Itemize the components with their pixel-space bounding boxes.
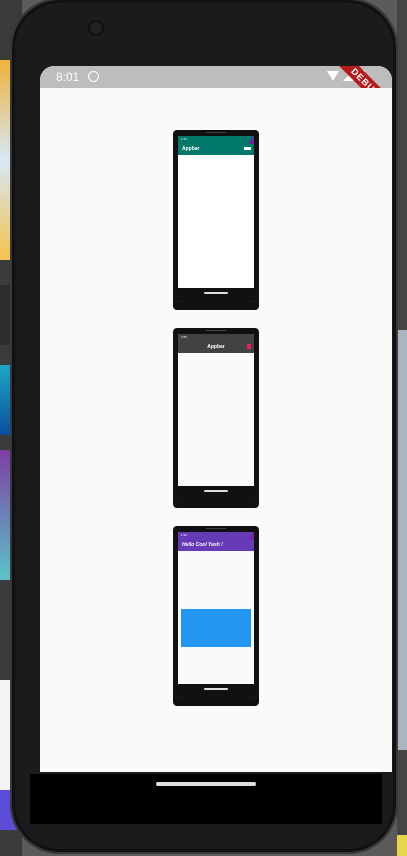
- preview-status-bar: 1:39: [178, 532, 254, 539]
- preview-appbar-title: Appbar: [207, 344, 225, 350]
- preview-home-indicator: [204, 292, 228, 294]
- home-gesture-bar[interactable]: [156, 782, 256, 786]
- preview-nav-bar: [178, 288, 254, 302]
- preview-nav-bar: [178, 684, 254, 698]
- device-screen: 8:01 DEBUG 1:41 Appbar 1:55 Appbar 1:39 …: [40, 66, 392, 772]
- preview-screen: 1:55 Appbar: [178, 334, 254, 500]
- appbar-actions-icon: [247, 344, 251, 349]
- purple-appbar-preview[interactable]: 1:39 Hello Cool Yash !: [173, 526, 259, 706]
- grey-appbar-preview[interactable]: 1:55 Appbar: [173, 328, 259, 508]
- preview-speaker: [206, 528, 226, 529]
- preview-appbar: Hello Cool Yash !: [178, 539, 254, 551]
- preview-screen: 1:39 Hello Cool Yash !: [178, 532, 254, 698]
- wifi-icon: [327, 71, 339, 81]
- app-body: 1:41 Appbar 1:55 Appbar 1:39 Hello Cool …: [40, 88, 392, 772]
- preview-appbar-title: Appbar: [182, 146, 200, 152]
- preview-home-indicator: [204, 688, 228, 690]
- preview-home-indicator: [204, 490, 228, 492]
- preview-speaker: [206, 132, 226, 133]
- system-nav-bar: [30, 774, 382, 824]
- teal-appbar-preview[interactable]: 1:41 Appbar: [173, 130, 259, 310]
- background-window-right: [397, 0, 407, 856]
- app-notification-icon: [88, 71, 99, 82]
- background-image-right-bottom: [397, 835, 407, 856]
- preview-body: [178, 551, 254, 684]
- status-bar: 8:01: [40, 66, 392, 88]
- front-camera: [90, 22, 102, 34]
- preview-nav-bar: [178, 486, 254, 500]
- preview-status-bar: 1:55: [178, 334, 254, 341]
- preview-screen: 1:41 Appbar: [178, 136, 254, 302]
- phone-frame: 8:01 DEBUG 1:41 Appbar 1:55 Appbar 1:39 …: [10, 0, 398, 854]
- preview-appbar: Appbar: [178, 143, 254, 155]
- preview-appbar-title: Hello Cool Yash !: [182, 542, 223, 548]
- preview-status-bar: 1:41: [178, 136, 254, 143]
- preview-body: [178, 353, 254, 486]
- preview-body: [178, 155, 254, 288]
- status-time: 8:01: [56, 70, 80, 84]
- preview-appbar: Appbar: [178, 341, 254, 353]
- preview-speaker: [206, 330, 226, 331]
- blue-container-block: [181, 609, 251, 647]
- appbar-actions-icon: [244, 147, 251, 150]
- background-image-right: [397, 330, 407, 750]
